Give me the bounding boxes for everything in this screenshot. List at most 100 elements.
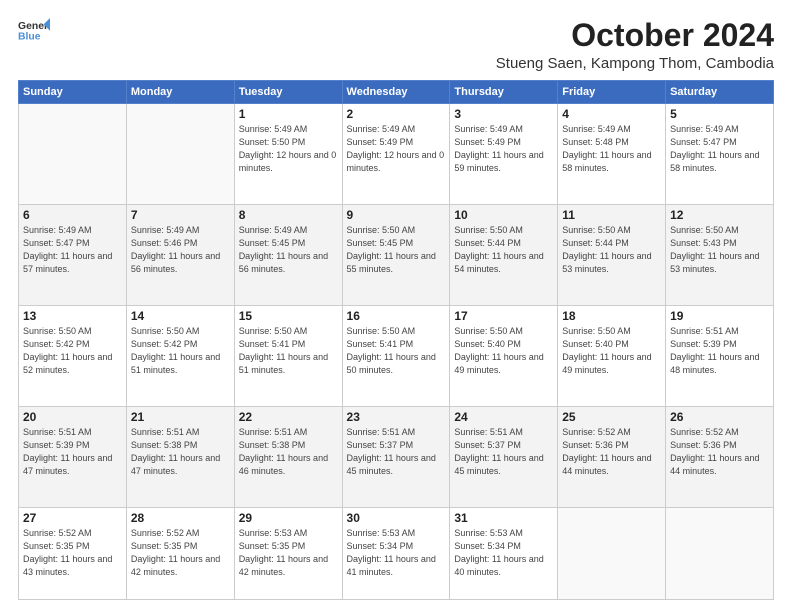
table-row: 19 Sunrise: 5:51 AM Sunset: 5:39 PM Dayl… [666,305,774,406]
day-number: 16 [347,309,446,323]
day-number: 25 [562,410,661,424]
table-row: 4 Sunrise: 5:49 AM Sunset: 5:48 PM Dayli… [558,104,666,205]
day-info: Sunrise: 5:49 AM Sunset: 5:48 PM Dayligh… [562,123,661,175]
table-row: 27 Sunrise: 5:52 AM Sunset: 5:35 PM Dayl… [19,507,127,600]
table-row: 24 Sunrise: 5:51 AM Sunset: 5:37 PM Dayl… [450,406,558,507]
col-sunday: Sunday [19,81,127,104]
day-info: Sunrise: 5:51 AM Sunset: 5:37 PM Dayligh… [454,426,553,478]
day-info: Sunrise: 5:52 AM Sunset: 5:36 PM Dayligh… [670,426,769,478]
table-row: 23 Sunrise: 5:51 AM Sunset: 5:37 PM Dayl… [342,406,450,507]
table-row: 30 Sunrise: 5:53 AM Sunset: 5:34 PM Dayl… [342,507,450,600]
table-row [19,104,127,205]
table-row: 9 Sunrise: 5:50 AM Sunset: 5:45 PM Dayli… [342,205,450,306]
logo-icon: General Blue [18,18,50,46]
calendar-week-row: 13 Sunrise: 5:50 AM Sunset: 5:42 PM Dayl… [19,305,774,406]
table-row: 15 Sunrise: 5:50 AM Sunset: 5:41 PM Dayl… [234,305,342,406]
day-number: 28 [131,511,230,525]
table-row: 26 Sunrise: 5:52 AM Sunset: 5:36 PM Dayl… [666,406,774,507]
col-tuesday: Tuesday [234,81,342,104]
day-info: Sunrise: 5:50 AM Sunset: 5:43 PM Dayligh… [670,224,769,276]
day-number: 5 [670,107,769,121]
day-number: 21 [131,410,230,424]
col-monday: Monday [126,81,234,104]
table-row: 12 Sunrise: 5:50 AM Sunset: 5:43 PM Dayl… [666,205,774,306]
day-info: Sunrise: 5:50 AM Sunset: 5:45 PM Dayligh… [347,224,446,276]
day-number: 11 [562,208,661,222]
table-row: 7 Sunrise: 5:49 AM Sunset: 5:46 PM Dayli… [126,205,234,306]
day-number: 31 [454,511,553,525]
table-row: 28 Sunrise: 5:52 AM Sunset: 5:35 PM Dayl… [126,507,234,600]
day-info: Sunrise: 5:50 AM Sunset: 5:44 PM Dayligh… [562,224,661,276]
table-row: 10 Sunrise: 5:50 AM Sunset: 5:44 PM Dayl… [450,205,558,306]
day-number: 19 [670,309,769,323]
day-number: 18 [562,309,661,323]
table-row: 3 Sunrise: 5:49 AM Sunset: 5:49 PM Dayli… [450,104,558,205]
day-info: Sunrise: 5:50 AM Sunset: 5:42 PM Dayligh… [131,325,230,377]
table-row: 6 Sunrise: 5:49 AM Sunset: 5:47 PM Dayli… [19,205,127,306]
table-row [126,104,234,205]
day-info: Sunrise: 5:52 AM Sunset: 5:35 PM Dayligh… [23,527,122,579]
day-number: 20 [23,410,122,424]
calendar-week-row: 27 Sunrise: 5:52 AM Sunset: 5:35 PM Dayl… [19,507,774,600]
table-row: 31 Sunrise: 5:53 AM Sunset: 5:34 PM Dayl… [450,507,558,600]
day-info: Sunrise: 5:51 AM Sunset: 5:37 PM Dayligh… [347,426,446,478]
day-number: 7 [131,208,230,222]
table-row: 16 Sunrise: 5:50 AM Sunset: 5:41 PM Dayl… [342,305,450,406]
calendar-week-row: 1 Sunrise: 5:49 AM Sunset: 5:50 PM Dayli… [19,104,774,205]
calendar-week-row: 20 Sunrise: 5:51 AM Sunset: 5:39 PM Dayl… [19,406,774,507]
table-row: 2 Sunrise: 5:49 AM Sunset: 5:49 PM Dayli… [342,104,450,205]
day-number: 6 [23,208,122,222]
day-info: Sunrise: 5:50 AM Sunset: 5:41 PM Dayligh… [239,325,338,377]
day-number: 30 [347,511,446,525]
page: General Blue October 2024 Stueng Saen, K… [0,0,792,612]
table-row: 20 Sunrise: 5:51 AM Sunset: 5:39 PM Dayl… [19,406,127,507]
day-info: Sunrise: 5:50 AM Sunset: 5:41 PM Dayligh… [347,325,446,377]
table-row: 22 Sunrise: 5:51 AM Sunset: 5:38 PM Dayl… [234,406,342,507]
day-info: Sunrise: 5:52 AM Sunset: 5:36 PM Dayligh… [562,426,661,478]
day-number: 12 [670,208,769,222]
table-row: 13 Sunrise: 5:50 AM Sunset: 5:42 PM Dayl… [19,305,127,406]
day-info: Sunrise: 5:50 AM Sunset: 5:40 PM Dayligh… [454,325,553,377]
table-row: 18 Sunrise: 5:50 AM Sunset: 5:40 PM Dayl… [558,305,666,406]
day-info: Sunrise: 5:49 AM Sunset: 5:49 PM Dayligh… [347,123,446,175]
day-info: Sunrise: 5:49 AM Sunset: 5:46 PM Dayligh… [131,224,230,276]
day-number: 2 [347,107,446,121]
col-wednesday: Wednesday [342,81,450,104]
title-block: October 2024 Stueng Saen, Kampong Thom, … [496,18,774,72]
day-number: 1 [239,107,338,121]
col-saturday: Saturday [666,81,774,104]
day-number: 17 [454,309,553,323]
day-number: 8 [239,208,338,222]
col-friday: Friday [558,81,666,104]
calendar-header-row: Sunday Monday Tuesday Wednesday Thursday… [19,81,774,104]
day-info: Sunrise: 5:50 AM Sunset: 5:40 PM Dayligh… [562,325,661,377]
day-number: 26 [670,410,769,424]
table-row: 1 Sunrise: 5:49 AM Sunset: 5:50 PM Dayli… [234,104,342,205]
day-number: 15 [239,309,338,323]
day-number: 14 [131,309,230,323]
table-row: 17 Sunrise: 5:50 AM Sunset: 5:40 PM Dayl… [450,305,558,406]
table-row: 29 Sunrise: 5:53 AM Sunset: 5:35 PM Dayl… [234,507,342,600]
day-number: 23 [347,410,446,424]
table-row: 8 Sunrise: 5:49 AM Sunset: 5:45 PM Dayli… [234,205,342,306]
location-title: Stueng Saen, Kampong Thom, Cambodia [496,55,774,72]
table-row: 14 Sunrise: 5:50 AM Sunset: 5:42 PM Dayl… [126,305,234,406]
day-info: Sunrise: 5:50 AM Sunset: 5:42 PM Dayligh… [23,325,122,377]
day-info: Sunrise: 5:51 AM Sunset: 5:38 PM Dayligh… [131,426,230,478]
day-number: 4 [562,107,661,121]
day-info: Sunrise: 5:53 AM Sunset: 5:34 PM Dayligh… [347,527,446,579]
header: General Blue October 2024 Stueng Saen, K… [18,18,774,72]
day-number: 3 [454,107,553,121]
svg-text:Blue: Blue [18,32,41,43]
table-row: 5 Sunrise: 5:49 AM Sunset: 5:47 PM Dayli… [666,104,774,205]
logo: General Blue [18,18,50,46]
day-info: Sunrise: 5:53 AM Sunset: 5:35 PM Dayligh… [239,527,338,579]
day-info: Sunrise: 5:50 AM Sunset: 5:44 PM Dayligh… [454,224,553,276]
day-info: Sunrise: 5:49 AM Sunset: 5:47 PM Dayligh… [670,123,769,175]
day-number: 27 [23,511,122,525]
day-number: 24 [454,410,553,424]
day-info: Sunrise: 5:49 AM Sunset: 5:49 PM Dayligh… [454,123,553,175]
table-row [666,507,774,600]
table-row: 21 Sunrise: 5:51 AM Sunset: 5:38 PM Dayl… [126,406,234,507]
day-number: 22 [239,410,338,424]
